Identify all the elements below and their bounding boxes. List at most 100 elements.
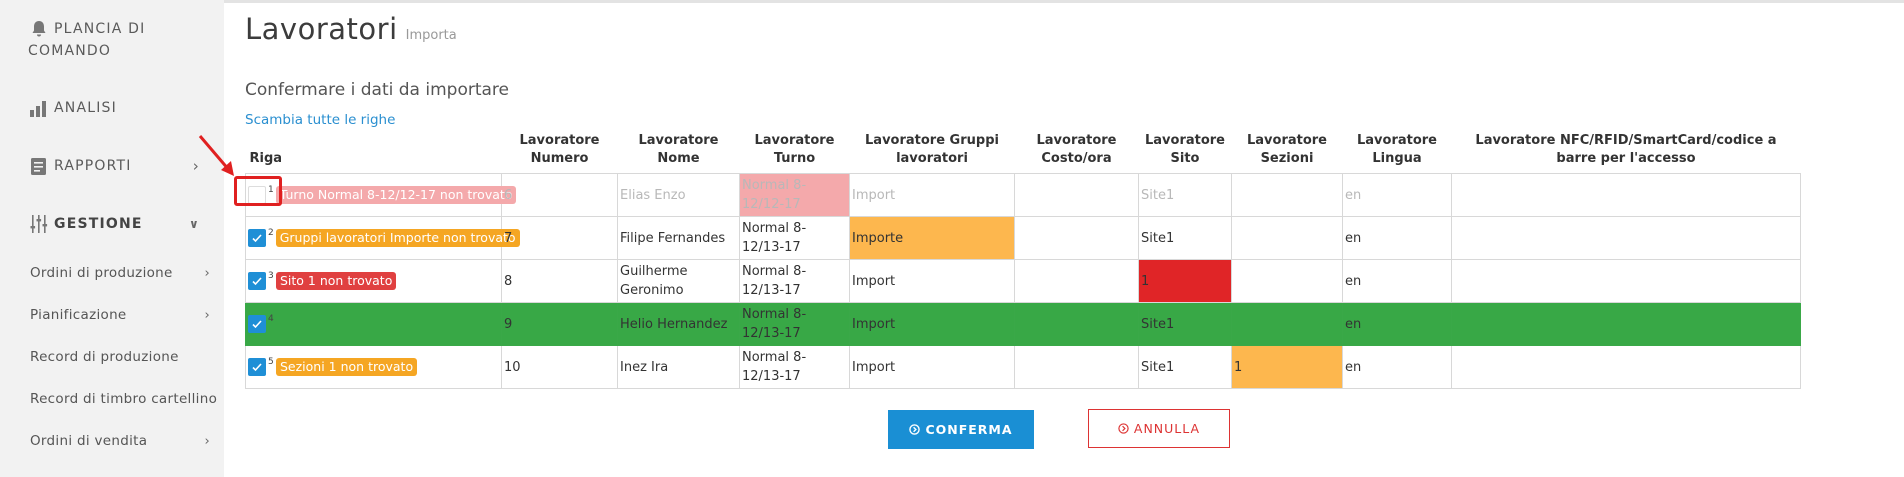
column-header: Lavoratore Numero <box>519 133 600 166</box>
page-subtitle: Importa <box>405 28 457 43</box>
sidebar-subitem[interactable]: Ordini di produzione › <box>30 265 210 281</box>
cell-lingua: en <box>1342 302 1452 346</box>
cell-sito: Site1 <box>1138 345 1232 389</box>
cell-costo <box>1014 259 1139 303</box>
cell-lingua: en <box>1342 259 1452 303</box>
cell-gruppi: Import <box>849 345 1015 389</box>
report-icon <box>31 158 46 175</box>
warning-badge: Gruppi lavoratori Importe non trovato <box>275 229 520 247</box>
sidebar-subitem[interactable]: Pianificazione › <box>30 307 210 323</box>
sidebar-item-label: COMANDO <box>28 43 112 59</box>
row-checkbox[interactable] <box>248 315 266 333</box>
cell-sezioni <box>1231 216 1343 260</box>
cell-turno: Normal 8-12/12-17 <box>739 173 850 217</box>
column-header: Lavoratore Gruppi lavoratori <box>865 133 999 166</box>
row-checkbox[interactable] <box>248 229 266 247</box>
sidebar-subitem-label: Pianificazione <box>30 307 127 323</box>
sidebar: PLANCIA DI COMANDO ANALISI RAPPORTI › GE… <box>0 0 224 477</box>
cell-turno: Normal 8-12/13-17 <box>739 302 850 346</box>
column-header: Riga <box>249 151 283 166</box>
confirm-button-label: CONFERMA <box>925 422 1013 437</box>
table-row: 2 Gruppi lavoratori Importe non trovato … <box>245 216 1801 260</box>
sidebar-item-label: RAPPORTI <box>54 158 132 174</box>
cell-gruppi: Import <box>849 259 1015 303</box>
column-header: Lavoratore Costo/ora <box>1036 133 1117 166</box>
sliders-icon <box>30 215 48 233</box>
cell-costo <box>1014 345 1139 389</box>
column-header: Lavoratore Sito <box>1144 133 1226 166</box>
sidebar-item-label: GESTIONE <box>54 216 143 232</box>
checkmark-icon <box>252 363 262 372</box>
column-header: Lavoratore NFC/RFID/SmartCard/codice a b… <box>1475 133 1777 166</box>
sidebar-subitem[interactable]: Record di produzione <box>30 349 210 365</box>
cell-turno: Normal 8-12/13-17 <box>739 259 850 303</box>
row-checkbox[interactable] <box>248 272 266 290</box>
swap-all-rows-link[interactable]: Scambia tutte le righe <box>245 112 395 128</box>
cell-nome: Helio Hernandez <box>617 302 740 346</box>
cell-numero: 6 <box>501 173 618 217</box>
cancel-button[interactable]: ANNULLA <box>1088 409 1230 448</box>
bar-chart-icon <box>30 101 46 117</box>
row-index: 5 <box>268 356 274 367</box>
confirm-heading: Confermare i dati da importare <box>245 80 509 100</box>
row-cell: 4 <box>245 302 502 346</box>
cell-sito: 1 <box>1138 259 1232 303</box>
cell-sezioni: 1 <box>1231 345 1343 389</box>
sidebar-item-plancia[interactable]: PLANCIA DI COMANDO <box>28 18 145 62</box>
import-table: Riga Lavoratore Numero Lavoratore Nome L… <box>245 130 1801 389</box>
table-row: 3 Sito 1 non trovato 8 Guilherme Geronim… <box>245 259 1801 303</box>
checkmark-icon <box>252 234 262 243</box>
cell-lingua: en <box>1342 216 1452 260</box>
sidebar-subitem-label: Ordini di produzione <box>30 265 173 281</box>
row-cell: 1 Turno Normal 8-12/12-17 non trovato <box>245 173 517 217</box>
error-badge: Turno Normal 8-12/12-17 non trovato <box>275 186 517 204</box>
annotation-arrow-icon <box>198 135 234 176</box>
cell-numero: 8 <box>501 259 618 303</box>
cell-nfc <box>1451 302 1801 346</box>
table-row: 4 9 Helio Hernandez Normal 8-12/13-17 Im… <box>245 302 1801 346</box>
chevron-right-icon: › <box>204 265 210 281</box>
row-index: 2 <box>268 227 274 238</box>
row-cell: 5 Sezioni 1 non trovato <box>245 345 502 389</box>
table-header-row: Riga Lavoratore Numero Lavoratore Nome L… <box>246 130 1801 174</box>
warning-badge: Sezioni 1 non trovato <box>276 358 418 376</box>
cell-sito: Site1 <box>1138 216 1232 260</box>
checkmark-icon <box>252 277 262 286</box>
sidebar-subitem[interactable]: Record di timbro cartellino <box>30 391 220 407</box>
error-badge: Sito 1 non trovato <box>276 272 397 290</box>
cell-nome: Guilherme Geronimo <box>617 259 740 303</box>
cell-sito: Site1 <box>1138 302 1232 346</box>
chevron-down-icon: ∨ <box>189 217 200 231</box>
row-index: 3 <box>268 270 274 281</box>
column-header: Lavoratore Sezioni <box>1246 133 1328 166</box>
checkmark-icon <box>252 320 262 329</box>
cell-sito: Site1 <box>1138 173 1232 217</box>
cell-gruppi: Import <box>849 173 1015 217</box>
cell-nome: Inez Ira <box>617 345 740 389</box>
column-header: Lavoratore Nome <box>638 133 719 166</box>
page-title: Lavoratori Importa <box>245 12 457 46</box>
row-checkbox[interactable] <box>248 358 266 376</box>
chevron-right-icon: › <box>204 307 210 323</box>
circle-arrow-icon <box>909 424 921 435</box>
cell-nfc <box>1451 345 1801 389</box>
confirm-button[interactable]: CONFERMA <box>888 410 1034 449</box>
row-cell: 2 Gruppi lavoratori Importe non trovato <box>245 216 520 260</box>
cell-sezioni <box>1231 302 1343 346</box>
cell-turno: Normal 8-12/13-17 <box>739 345 850 389</box>
sidebar-item-gestione[interactable]: GESTIONE ∨ <box>28 213 200 235</box>
sidebar-item-label: PLANCIA DI <box>54 21 146 37</box>
chevron-right-icon: › <box>204 433 210 449</box>
page-title-text: Lavoratori <box>245 12 398 46</box>
sidebar-item-rapporti[interactable]: RAPPORTI › <box>28 155 200 177</box>
cell-costo <box>1014 173 1139 217</box>
cancel-button-label: ANNULLA <box>1133 421 1201 436</box>
sidebar-subitem-label: Record di timbro cartellino <box>30 391 218 407</box>
sidebar-item-analisi[interactable]: ANALISI <box>28 97 117 119</box>
cell-numero: 10 <box>501 345 618 389</box>
cell-costo <box>1014 216 1139 260</box>
cell-gruppi: Importe <box>849 216 1015 260</box>
circle-arrow-icon <box>1118 423 1129 434</box>
sidebar-subitem[interactable]: Ordini di vendita › <box>30 433 210 449</box>
cell-lingua: en <box>1342 345 1452 389</box>
